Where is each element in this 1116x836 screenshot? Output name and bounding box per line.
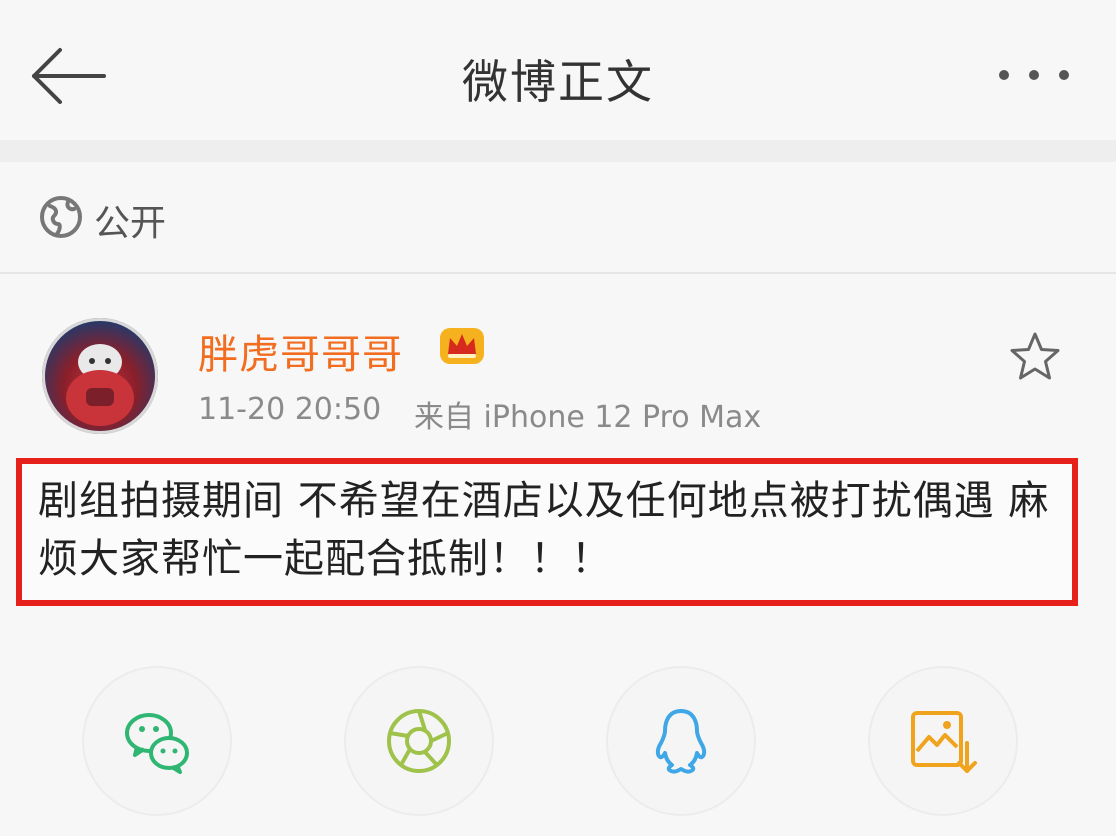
share-wechat-button[interactable] — [84, 668, 230, 814]
visibility-label: 公开 — [94, 203, 167, 244]
star-icon[interactable] — [1008, 330, 1062, 384]
visibility-row — [0, 162, 1116, 274]
more-button[interactable] — [996, 60, 1072, 90]
save-image-icon — [911, 711, 977, 773]
globe-icon — [40, 196, 82, 238]
crown-badge-icon — [440, 328, 484, 364]
avatar-image — [66, 344, 134, 426]
more-horizontal-icon — [999, 70, 1069, 80]
avatar[interactable] — [42, 318, 158, 434]
post-timestamp: 11-20 20:50 — [198, 392, 382, 427]
share-qq-button[interactable] — [608, 668, 754, 814]
qq-penguin-icon — [655, 709, 707, 774]
author-name[interactable]: 胖虎哥哥哥 — [198, 322, 403, 380]
nav-bar: 微博正文 — [0, 0, 1116, 140]
section-divider — [0, 140, 1116, 162]
save-image-button[interactable] — [870, 668, 1016, 814]
post-source: 来自 iPhone 12 Pro Max — [414, 400, 762, 435]
moments-aperture-icon — [387, 709, 451, 773]
wechat-icon — [125, 713, 189, 774]
post-text: 剧组拍摄期间 不希望在酒店以及任何地点被打扰偶遇 麻烦大家帮忙一起配合抵制！！！ — [38, 478, 1050, 582]
page-title: 微博正文 — [462, 55, 654, 109]
share-moments-button[interactable] — [346, 668, 492, 814]
